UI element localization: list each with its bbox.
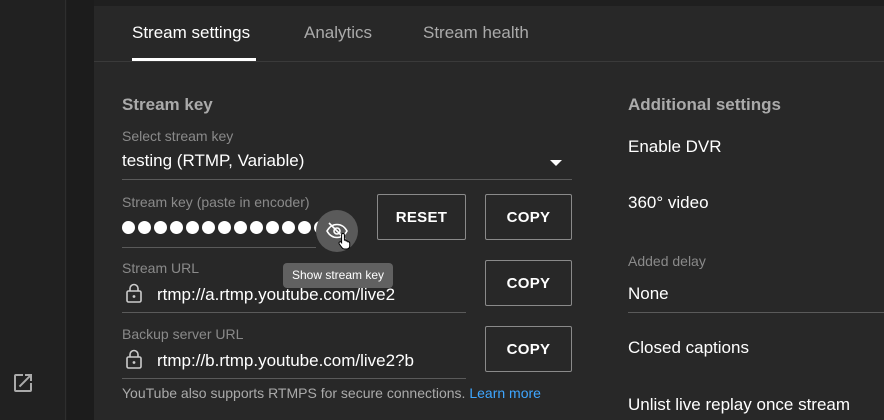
lock-icon — [126, 349, 142, 369]
added-delay-label: Added delay — [628, 253, 706, 269]
stream-url-field[interactable]: rtmp://a.rtmp.youtube.com/live2 — [157, 285, 395, 305]
backup-url-field[interactable]: rtmp://b.rtmp.youtube.com/live2?b — [157, 351, 414, 371]
unlist-replay-option[interactable]: Unlist live replay once stream — [628, 395, 850, 415]
video-360-option[interactable]: 360° video — [628, 193, 709, 213]
additional-settings-title: Additional settings — [628, 95, 781, 114]
rail-gap — [67, 0, 94, 420]
show-stream-key-button[interactable] — [316, 210, 358, 252]
select-stream-key-label: Select stream key — [122, 128, 234, 144]
added-delay-select[interactable]: None — [628, 284, 669, 304]
stream-settings-panel: Stream settings Analytics Stream health … — [94, 6, 884, 420]
reset-button[interactable]: RESET — [377, 194, 466, 240]
tab-stream-health[interactable]: Stream health — [423, 23, 529, 43]
hand-cursor-icon — [338, 232, 351, 250]
rtmps-note: YouTube also supports RTMPS for secure c… — [122, 385, 541, 401]
stream-key-underline — [122, 247, 316, 248]
select-underline — [122, 179, 572, 180]
lock-icon — [126, 283, 142, 303]
tab-stream-settings[interactable]: Stream settings — [132, 23, 250, 43]
stream-key-masked[interactable] — [122, 221, 327, 234]
external-link-icon[interactable] — [11, 371, 35, 395]
learn-more-link[interactable]: Learn more — [469, 385, 541, 401]
added-delay-underline — [628, 312, 884, 313]
enable-dvr-option[interactable]: Enable DVR — [628, 137, 722, 157]
backup-url-underline — [122, 378, 466, 379]
copy-stream-key-button[interactable]: COPY — [485, 194, 572, 240]
copy-stream-url-button[interactable]: COPY — [485, 260, 572, 306]
stream-key-title: Stream key — [122, 95, 213, 114]
tab-bar: Stream settings Analytics Stream health — [94, 6, 884, 62]
dropdown-arrow-icon[interactable] — [550, 160, 562, 166]
stream-url-underline — [122, 312, 466, 313]
stream-key-select[interactable]: testing (RTMP, Variable) — [122, 151, 304, 171]
tab-analytics[interactable]: Analytics — [304, 23, 372, 43]
stream-key-label: Stream key (paste in encoder) — [122, 194, 310, 210]
backup-url-label: Backup server URL — [122, 326, 244, 342]
stream-url-label: Stream URL — [122, 260, 200, 276]
rtmps-note-text: YouTube also supports RTMPS for secure c… — [122, 385, 466, 401]
active-tab-indicator — [132, 58, 256, 61]
left-rail — [0, 0, 66, 420]
closed-captions-option[interactable]: Closed captions — [628, 338, 749, 358]
copy-backup-url-button[interactable]: COPY — [485, 326, 572, 372]
